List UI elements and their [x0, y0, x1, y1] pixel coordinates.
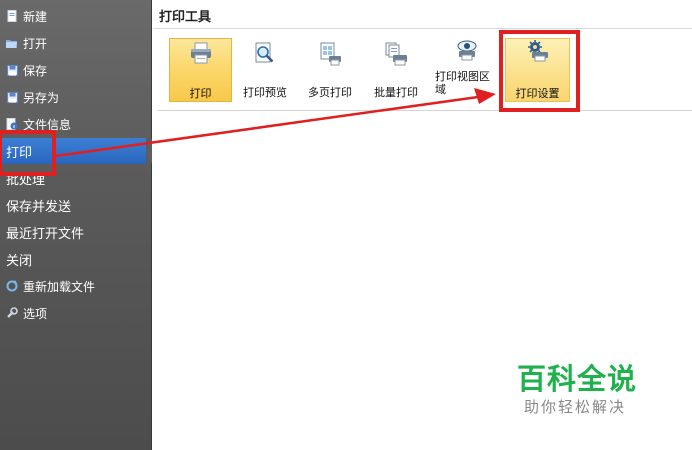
- title-divider: [153, 28, 692, 29]
- sidebar-item-label: 批处理: [6, 172, 46, 188]
- watermark-subtitle: 助你轻松解决: [524, 398, 627, 416]
- tool-label: 批量打印: [374, 86, 418, 99]
- sidebar-item-label: 选项: [23, 306, 48, 321]
- sidebar-item-label: 保存并发送: [6, 199, 72, 215]
- watermark-title: 百科全说: [517, 362, 638, 396]
- sidebar-item-recent[interactable]: 最近打开文件: [0, 219, 152, 245]
- print-view-area-icon: [457, 40, 477, 61]
- sidebar-item-label: 关闭: [6, 253, 33, 269]
- selected-indicator-notch: [146, 138, 152, 164]
- section-title: 打印工具: [159, 10, 212, 25]
- print-preview-icon: [255, 42, 274, 63]
- sidebar-item-reload[interactable]: 重新加载文件: [0, 273, 152, 299]
- sidebar-item-label: 保存: [23, 63, 48, 78]
- tool-label: 打印视图区域: [435, 70, 490, 96]
- tool-label: 打印: [189, 87, 212, 100]
- sidebar-item-label: 新建: [23, 9, 48, 24]
- backstage-sidebar: 新建 打开 保存 另存为 文件信息 打印 批处理 保存并发送 最近打开文件 关闭…: [0, 0, 152, 450]
- sidebar-item-save-send[interactable]: 保存并发送: [0, 192, 152, 218]
- multi-page-print-icon: [320, 42, 341, 66]
- options-wrench-icon: [6, 307, 18, 319]
- sidebar-item-open[interactable]: 打开: [0, 30, 152, 56]
- print-settings-button[interactable]: 打印设置: [505, 38, 570, 102]
- print-preview-button[interactable]: 打印预览: [237, 38, 293, 102]
- sidebar-item-label: 最近打开文件: [6, 226, 85, 242]
- sidebar-item-label: 另存为: [23, 90, 60, 105]
- open-folder-icon: [6, 37, 18, 49]
- sidebar-item-close[interactable]: 关闭: [0, 246, 152, 272]
- save-as-icon: [6, 91, 18, 103]
- file-info-icon: [6, 118, 18, 130]
- multi-page-print-button[interactable]: 多页打印: [301, 38, 359, 102]
- sidebar-item-label: 文件信息: [23, 117, 72, 132]
- print-view-area-button[interactable]: 打印视图区域: [433, 38, 501, 102]
- print-settings-icon: [527, 40, 548, 62]
- sidebar-item-save[interactable]: 保存: [0, 57, 152, 83]
- toolbar-divider: [157, 110, 692, 111]
- print-button[interactable]: 打印: [169, 38, 232, 102]
- save-disk-icon: [6, 64, 18, 76]
- tool-label: 打印预览: [243, 86, 287, 99]
- tool-label: 多页打印: [308, 86, 352, 99]
- reload-icon: [6, 280, 18, 292]
- sidebar-item-file-info[interactable]: 文件信息: [0, 111, 152, 137]
- batch-print-icon: [385, 42, 407, 66]
- sidebar-item-new[interactable]: 新建: [0, 3, 152, 29]
- new-file-icon: [6, 10, 18, 22]
- sidebar-item-label: 打开: [23, 36, 48, 51]
- sidebar-item-label: 重新加载文件: [23, 279, 96, 294]
- sidebar-item-save-as[interactable]: 另存为: [0, 84, 152, 110]
- tool-label: 打印设置: [515, 87, 560, 100]
- printer-icon: [190, 42, 211, 64]
- sidebar-item-options[interactable]: 选项: [0, 300, 152, 326]
- batch-print-button[interactable]: 批量打印: [367, 38, 425, 102]
- sidebar-item-batch[interactable]: 批处理: [0, 165, 152, 191]
- sidebar-item-print[interactable]: 打印: [0, 138, 146, 164]
- sidebar-item-label: 打印: [6, 145, 33, 161]
